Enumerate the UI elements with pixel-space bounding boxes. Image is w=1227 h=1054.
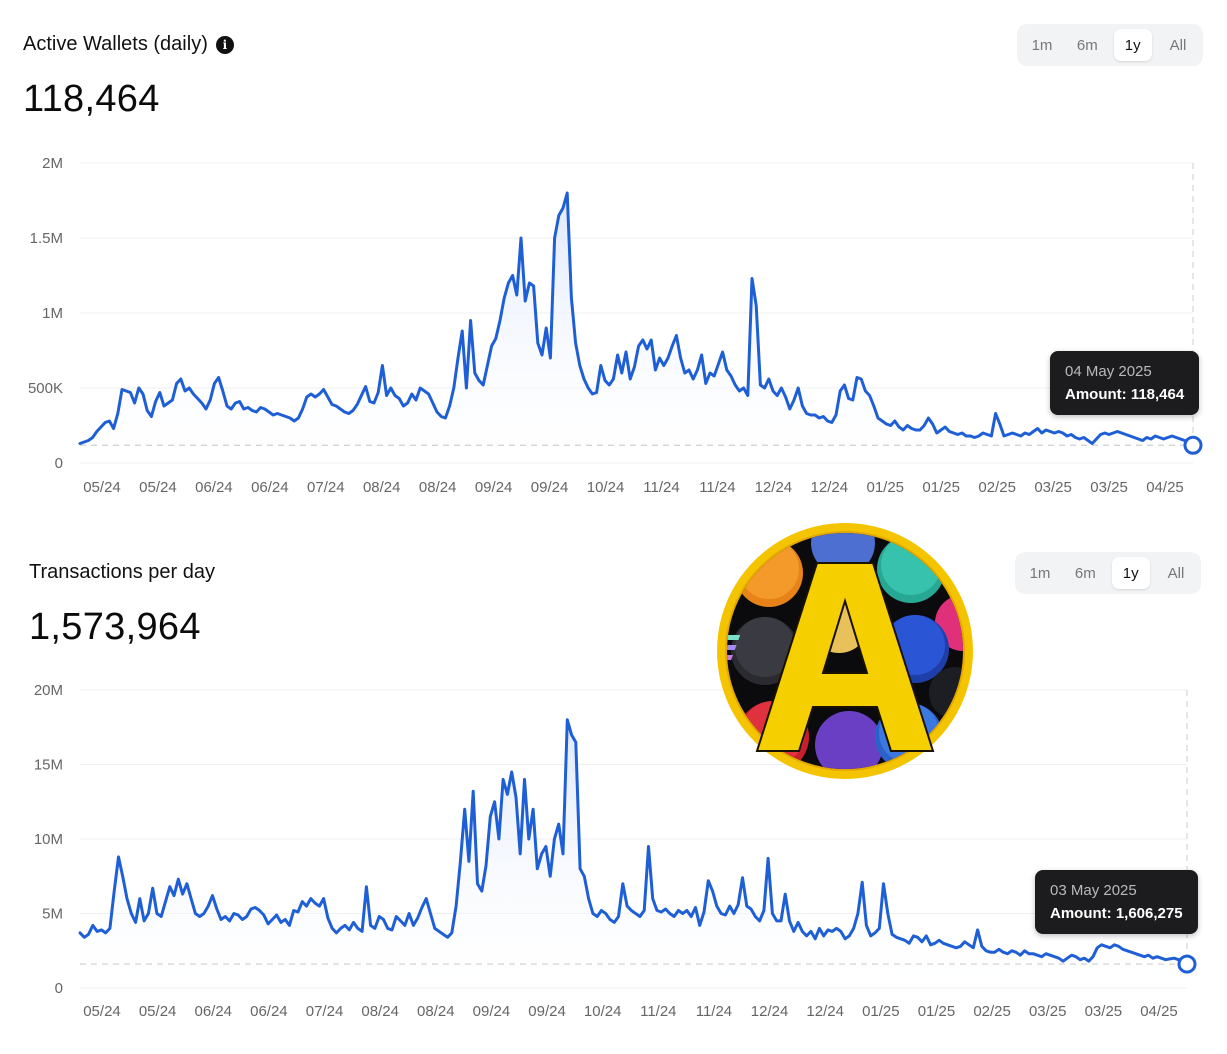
x-tick-label: 09/24 — [475, 479, 513, 496]
x-tick-label: 09/24 — [531, 479, 569, 496]
x-tick-label: 08/24 — [417, 1003, 455, 1020]
x-tick-label: 12/24 — [806, 1003, 844, 1020]
x-tick-label: 05/24 — [83, 479, 121, 496]
x-tick-label: 08/24 — [363, 479, 401, 496]
chart-tooltip: 04 May 2025 Amount: 118,464 — [1050, 351, 1200, 415]
y-tick-label: 15M — [34, 757, 63, 774]
transactions-panel: Transactions per day 1,573,964 1m 6m 1y … — [0, 528, 1227, 1054]
y-tick-label: 500K — [28, 380, 63, 397]
x-tick-label: 11/24 — [699, 479, 735, 496]
x-tick-label: 03/25 — [1090, 479, 1128, 496]
x-tick-label: 06/24 — [251, 479, 289, 496]
y-tick-label: 0 — [55, 455, 63, 472]
active-wallets-chart[interactable]: 0 500K 1M 1.5M 2M 05/24 05/24 06/24 06/24 07/24 08… — [0, 0, 1227, 520]
y-tick-label: 1M — [42, 305, 63, 322]
x-tick-label: 05/24 — [139, 1003, 177, 1020]
x-tick-label: 11/24 — [643, 479, 679, 496]
tooltip-amount: Amount: 1,606,275 — [1050, 905, 1183, 922]
x-tick-label: 08/24 — [361, 1003, 399, 1020]
area-fill — [80, 193, 1193, 463]
x-tick-label: 09/24 — [528, 1003, 566, 1020]
x-tick-label: 09/24 — [473, 1003, 511, 1020]
x-tick-label: 03/25 — [1034, 479, 1072, 496]
logo-badge — [717, 523, 973, 779]
active-wallets-panel: Active Wallets (daily) i 118,464 1m 6m 1… — [0, 0, 1227, 520]
x-tick-label: 07/24 — [306, 1003, 344, 1020]
y-tick-label: 20M — [34, 682, 63, 699]
x-tick-label: 12/24 — [811, 479, 849, 496]
x-tick-label: 03/25 — [1029, 1003, 1067, 1020]
highlight-point[interactable] — [1183, 435, 1203, 455]
area-fill — [80, 719, 1187, 988]
x-tick-label: 08/24 — [419, 479, 457, 496]
y-tick-label: 5M — [42, 906, 63, 923]
transactions-chart[interactable]: 0 5M 10M 15M 20M 05/24 05/24 06/24 06/24 07/24 08/… — [0, 528, 1227, 1054]
x-tick-label: 06/24 — [195, 479, 233, 496]
x-tick-label: 05/24 — [83, 1003, 121, 1020]
x-tick-label: 05/24 — [139, 479, 177, 496]
x-tick-label: 07/24 — [307, 479, 345, 496]
x-tick-label: 12/24 — [755, 479, 793, 496]
y-tick-label: 1.5M — [30, 230, 63, 247]
x-tick-label: 01/25 — [866, 479, 904, 496]
x-tick-label: 11/24 — [696, 1003, 732, 1020]
tooltip-amount: Amount: 118,464 — [1065, 386, 1185, 403]
x-tick-label: 10/24 — [587, 479, 625, 496]
x-tick-label: 06/24 — [194, 1003, 232, 1020]
x-tick-label: 03/25 — [1085, 1003, 1123, 1020]
x-tick-label: 04/25 — [1146, 479, 1184, 496]
x-tick-label: 12/24 — [751, 1003, 789, 1020]
y-tick-label: 2M — [42, 155, 63, 172]
chart-tooltip: 03 May 2025 Amount: 1,606,275 — [1035, 870, 1198, 934]
y-tick-label: 0 — [55, 980, 63, 997]
x-tick-label: 06/24 — [250, 1003, 288, 1020]
x-tick-label: 10/24 — [584, 1003, 622, 1020]
x-tick-label: 01/25 — [862, 1003, 900, 1020]
x-tick-label: 01/25 — [918, 1003, 956, 1020]
highlight-point[interactable] — [1177, 954, 1197, 974]
x-tick-label: 04/25 — [1140, 1003, 1178, 1020]
tooltip-date: 03 May 2025 — [1050, 882, 1137, 899]
x-tick-label: 11/24 — [640, 1003, 676, 1020]
x-tick-label: 02/25 — [973, 1003, 1011, 1020]
y-tick-label: 10M — [34, 831, 63, 848]
tooltip-date: 04 May 2025 — [1065, 363, 1152, 380]
x-tick-label: 02/25 — [978, 479, 1016, 496]
x-tick-label: 01/25 — [922, 479, 960, 496]
